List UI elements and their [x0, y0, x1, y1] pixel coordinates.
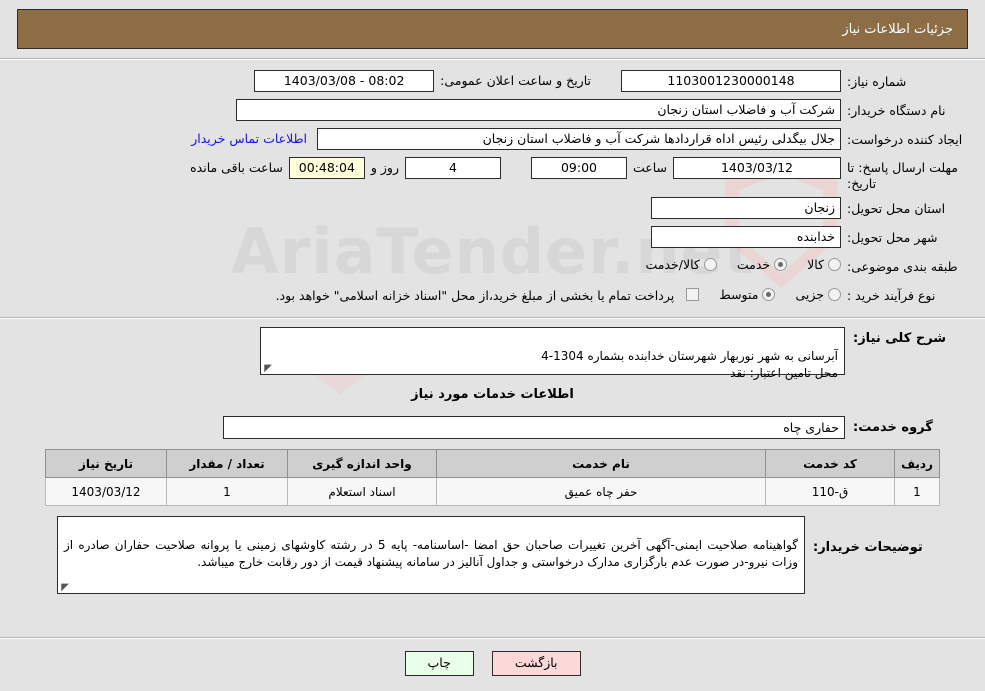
description-label: شرح کلی نیاز:	[853, 331, 947, 346]
service-group-label: گروه خدمت:	[853, 420, 933, 435]
summary-form: شماره نیاز: 1103001230000148 تاریخ و ساع…	[0, 60, 985, 317]
category-label-khedmat: خدمت	[736, 257, 771, 272]
buyer-contact-link[interactable]: اطلاعات تماس خریدار	[191, 128, 307, 146]
buyer-org-value: شرکت آب و فاضلاب استان زنجان	[236, 99, 841, 121]
row-city: شهر محل تحویل: خدابنده	[20, 226, 965, 250]
table-header-row: ردیف کد خدمت نام خدمت واحد اندازه گیری ت…	[45, 449, 940, 478]
public-announce-label: تاریخ و ساعت اعلان عمومی:	[440, 73, 591, 88]
row-description: شرح کلی نیاز: آبرسانی به شهر نوربهار شهر…	[20, 327, 965, 380]
footer: بازگشت چاپ	[0, 637, 985, 676]
description-value: آبرسانی به شهر نوربهار شهرستان خدابنده ب…	[541, 349, 838, 380]
td-need-date: 1403/03/12	[45, 477, 167, 506]
category-radio-khedmat[interactable]	[774, 258, 788, 271]
deadline-time-value: 09:00	[530, 157, 627, 179]
th-need-date: تاریخ نیاز	[45, 449, 167, 478]
th-service-code: کد خدمت	[765, 449, 895, 478]
th-row-number: ردیف	[894, 449, 940, 478]
process-radio-group: جزیی متوسط پرداخت تمام یا بخشی از مبلغ خ…	[276, 284, 841, 303]
category-radio-kala-khedmat[interactable]	[703, 258, 717, 271]
days-remaining-label: روز و	[370, 160, 399, 175]
process-label-jozee: جزیی	[795, 287, 824, 302]
service-group-value: حفاری چاه	[223, 416, 845, 439]
province-label: استان محل تحویل:	[847, 201, 946, 216]
row-requester: ایجاد کننده درخواست: جلال بیگدلی رئیس اد…	[20, 128, 965, 152]
td-service-name: حفر چاه عمیق	[436, 477, 766, 506]
row-process: نوع فرآیند خرید : جزیی متوسط پرداخت تمام…	[20, 284, 965, 308]
row-service-group: گروه خدمت: حفاری چاه	[20, 416, 965, 439]
row-category: طبقه بندی موضوعی: کالا خدمت کالا/خدمت	[20, 255, 965, 279]
description-textarea: آبرسانی به شهر نوربهار شهرستان خدابنده ب…	[260, 327, 845, 380]
th-quantity: تعداد / مقدار	[166, 449, 288, 478]
services-table-wrap: ردیف کد خدمت نام خدمت واحد اندازه گیری ت…	[0, 449, 985, 506]
remarks-label: توضیحات خریدار:	[813, 540, 923, 555]
requester-value: جلال بیگدلی رئیس اداه قراردادها شرکت آب …	[317, 128, 841, 150]
category-radio-kala[interactable]	[828, 258, 841, 271]
need-number-value: 1103001230000148	[621, 70, 841, 92]
resize-grip-icon: ◤	[264, 363, 272, 374]
city-value: خدابنده	[651, 226, 841, 248]
divider-bottom	[0, 637, 985, 639]
deadline-date-value: 1403/03/12	[673, 157, 841, 179]
row-deadline: مهلت ارسال پاسخ: تا تاریخ: 1403/03/12 سا…	[20, 157, 965, 192]
treasury-bond-note: پرداخت تمام یا بخشی از مبلغ خرید،از محل …	[275, 288, 675, 303]
deadline-time-label: ساعت	[632, 160, 667, 175]
footer-button-bar: بازگشت چاپ	[0, 651, 985, 676]
process-radio-jozee[interactable]	[828, 288, 841, 301]
row-province: استان محل تحویل: زنجان	[20, 197, 965, 221]
public-announce-value: 08:02 - 1403/03/08	[254, 70, 435, 92]
process-radio-motevaset[interactable]	[762, 288, 776, 301]
remarks-area: توضیحات خریدار: گواهینامه صلاحیت ایمنی-آ…	[0, 506, 985, 594]
print-button[interactable]: چاپ	[404, 651, 474, 676]
process-label-motevaset: متوسط	[719, 287, 759, 302]
th-service-name: نام خدمت	[436, 449, 766, 478]
category-radio-group: کالا خدمت کالا/خدمت	[629, 255, 841, 272]
row-remarks: توضیحات خریدار: گواهینامه صلاحیت ایمنی-آ…	[20, 516, 925, 594]
back-button[interactable]: بازگشت	[491, 651, 581, 676]
category-label: طبقه بندی موضوعی:	[847, 259, 958, 274]
description-area: شرح کلی نیاز: آبرسانی به شهر نوربهار شهر…	[0, 319, 985, 439]
row-need-number: شماره نیاز: 1103001230000148 تاریخ و ساع…	[20, 70, 965, 94]
remarks-value: گواهینامه صلاحیت ایمنی-آگهی آخرین تغییرا…	[64, 538, 798, 569]
buyer-org-label: نام دستگاه خریدار:	[847, 103, 946, 118]
treasury-bond-checkbox[interactable]	[686, 288, 700, 301]
td-row-number: 1	[894, 477, 940, 506]
requester-label: ایجاد کننده درخواست:	[847, 132, 963, 147]
deadline-label: مهلت ارسال پاسخ: تا تاریخ:	[847, 160, 958, 191]
td-unit: اسناد استعلام	[287, 477, 437, 506]
table-row: 1 ق-110 حفر چاه عمیق اسناد استعلام 1 140…	[45, 477, 940, 506]
city-label: شهر محل تحویل:	[847, 230, 938, 245]
countdown-value: 00:48:04	[288, 157, 365, 179]
td-quantity: 1	[166, 477, 288, 506]
countdown-suffix-label: ساعت باقی مانده	[190, 160, 283, 175]
remarks-resize-grip-icon: ◤	[61, 582, 69, 593]
category-label-kala: کالا	[807, 257, 824, 272]
row-buyer-org: نام دستگاه خریدار: شرکت آب و فاضلاب استا…	[20, 99, 965, 123]
remarks-textarea: گواهینامه صلاحیت ایمنی-آگهی آخرین تغییرا…	[57, 516, 805, 594]
details-panel: شماره نیاز: 1103001230000148 تاریخ و ساع…	[0, 58, 985, 594]
page-title: جزئیات اطلاعات نیاز	[842, 21, 953, 37]
td-service-code: ق-110	[765, 477, 895, 506]
need-number-label: شماره نیاز:	[847, 74, 907, 89]
province-value: زنجان	[651, 197, 841, 219]
services-section-title: اطلاعات خدمات مورد نیاز	[411, 387, 574, 402]
page-header: جزئیات اطلاعات نیاز	[17, 9, 968, 49]
category-label-kala-khedmat: کالا/خدمت	[645, 257, 700, 272]
services-table: ردیف کد خدمت نام خدمت واحد اندازه گیری ت…	[45, 449, 940, 506]
process-label: نوع فرآیند خرید :	[847, 288, 936, 303]
th-unit: واحد اندازه گیری	[287, 449, 437, 478]
days-remaining-value: 4	[404, 157, 501, 179]
